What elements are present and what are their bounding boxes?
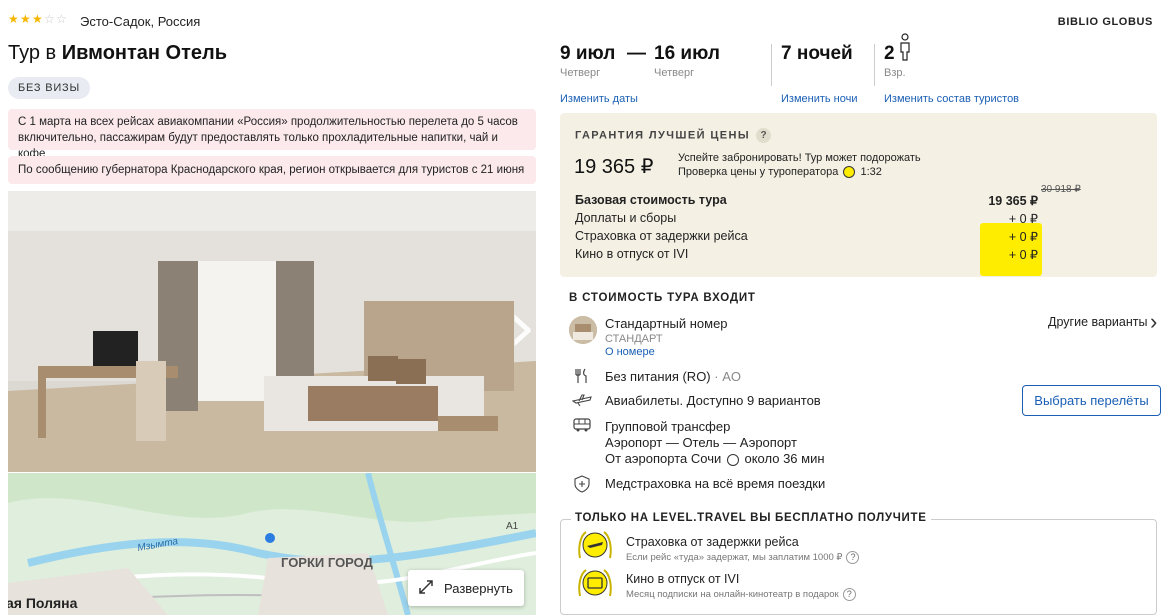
divider [874,44,875,86]
price-check: Проверка цены у туроператора 1:32 [678,165,921,179]
transfer-from: От аэропорта Сочи [605,451,722,466]
change-travellers-link[interactable]: Изменить состав туристов [884,93,1019,105]
room-name: Стандартный номер [605,316,728,331]
meal-plan-label: Без питания (RO) [605,369,711,384]
map-label-polyana: ая Поляна [8,595,78,611]
notice-airline: С 1 марта на всех рейсах авиакомпании «Р… [8,109,536,160]
old-price: 30 918 ₽ [1041,184,1081,195]
date-to: 16 июл [654,43,720,64]
notice-region: По сообщению губернатора Краснодарского … [8,156,536,184]
day-from: Четверг [560,67,601,79]
expand-label: Развернуть [444,580,513,596]
shield-plus-icon [572,475,592,495]
ivi-label: Кино в отпуск от IVI [575,247,689,261]
clock-icon [726,453,739,466]
title-prefix: Тур в [8,42,57,64]
tour-operator: BIBLIO GLOBUS [1057,16,1153,28]
bonus-ivi-sub: Месяц подписки на онлайн-кинотеатр в под… [626,588,856,601]
delay-insurance-value: + 0 ₽ [1008,230,1038,244]
fees-value: + 0 ₽ [1008,212,1038,226]
star-filled-icon: ★ [20,12,31,26]
bonus-ivi-title: Кино в отпуск от IVI [626,572,740,586]
room-type: СТАНДАРТ [605,333,663,345]
bus-icon [572,417,592,437]
best-price-guarantee: ГАРАНТИЯ ЛУЧШЕЙ ЦЕНЫ? [575,128,772,143]
bonus-ivi-sub-text: Месяц подписки на онлайн-кинотеатр в под… [626,589,839,601]
visa-badge: БЕЗ ВИЗЫ [8,77,91,99]
svg-text:›: › [508,286,536,368]
meal-code: · AO [714,369,741,384]
price-warning: Успейте забронировать! Тур может подорож… [678,151,921,179]
meal-plan: Без питания (RO) · AO [605,369,741,384]
date-dash: — [627,43,646,64]
map-expand-button[interactable]: Развернуть [408,570,524,606]
star-filled-icon: ★ [8,12,19,26]
price-panel: ГАРАНТИЯ ЛУЧШЕЙ ЦЕНЫ? 19 365 ₽ Успейте з… [560,113,1157,277]
fees-label: Доплаты и сборы [575,211,677,225]
select-flights-button[interactable]: Выбрать перелёты [1022,385,1161,416]
plane-icon [571,392,592,412]
hotel-stars: ★ ★ ★ ☆ ☆ [8,12,67,26]
help-icon[interactable]: ? [842,588,856,601]
transfer-time: около 36 мин [744,451,825,466]
bonus-delay-title: Страховка от задержки рейса [626,535,799,549]
total-price: 19 365 ₽ [574,156,654,178]
delay-insurance-badge-icon [576,528,614,562]
travellers-count: 2 [884,43,895,64]
room-info-link[interactable]: О номере [605,346,655,358]
hotel-map[interactable]: ГОРКИ ГОРОД ая Поляна Мзымта A1 Разверну… [8,473,536,615]
guarantee-label: ГАРАНТИЯ ЛУЧШЕЙ ЦЕНЫ [575,129,751,142]
ivi-value: + 0 ₽ [1008,248,1038,262]
help-icon[interactable]: ? [756,128,772,143]
other-variants-link[interactable]: Другие варианты [1048,315,1147,329]
hotel-name: Ивмонтан Отель [61,42,228,64]
hotel-room-image: › [8,191,536,472]
hotel-photo[interactable]: › [8,191,536,472]
transfer-title: Групповой трансфер [605,419,731,434]
help-icon[interactable]: ? [846,551,860,564]
room-thumbnail[interactable] [569,316,597,344]
delay-insurance-label: Страховка от задержки рейса [575,229,748,243]
expand-arrows-icon [418,579,434,598]
bonus-heading: ТОЛЬКО НА LEVEL.TRAVEL ВЫ БЕСПЛАТНО ПОЛУ… [571,512,931,524]
adult-person-icon [899,33,911,66]
meal-icon [572,367,592,387]
flights-info: Авиабилеты. Доступно 9 вариантов [605,393,821,408]
travellers-label: Взр. [884,67,906,79]
price-timer: 1:32 [860,166,882,178]
base-cost-label: Базовая стоимость тура [575,193,727,207]
price-check-label: Проверка цены у туроператора [678,166,839,178]
medical-insurance: Медстраховка на всё время поездки [605,476,826,491]
nights-count: 7 ночей [781,43,853,64]
date-from: 9 июл [560,43,616,64]
bonus-delay-sub: Если рейс «туда» задержат, мы заплатим 1… [626,551,860,564]
chevron-right-icon[interactable]: › [1150,309,1157,335]
timer-icon [843,166,856,179]
star-empty-icon: ☆ [44,12,55,26]
star-empty-icon: ☆ [56,12,67,26]
star-filled-icon: ★ [32,12,43,26]
page-title: Тур в Ивмонтан Отель [8,42,227,65]
hotel-location: Эсто-Садок, Россия [80,14,201,29]
map-label-road: A1 [506,521,519,532]
ivi-badge-icon [576,566,614,600]
divider [771,44,772,86]
base-cost-value: 19 365 ₽ [988,194,1038,208]
hurry-text: Успейте забронировать! Тур может подорож… [678,152,921,164]
bonus-delay-sub-text: Если рейс «туда» задержат, мы заплатим 1… [626,552,843,564]
day-to: Четверг [654,67,695,79]
change-nights-link[interactable]: Изменить ночи [781,93,858,105]
map-label-gorki: ГОРКИ ГОРОД [281,555,374,570]
change-dates-link[interactable]: Изменить даты [560,93,638,105]
transfer-duration: От аэропорта Сочи около 36 мин [605,451,825,466]
includes-heading: В СТОИМОСТЬ ТУРА ВХОДИТ [569,292,756,304]
transfer-route: Аэропорт — Отель — Аэропорт [605,435,797,450]
